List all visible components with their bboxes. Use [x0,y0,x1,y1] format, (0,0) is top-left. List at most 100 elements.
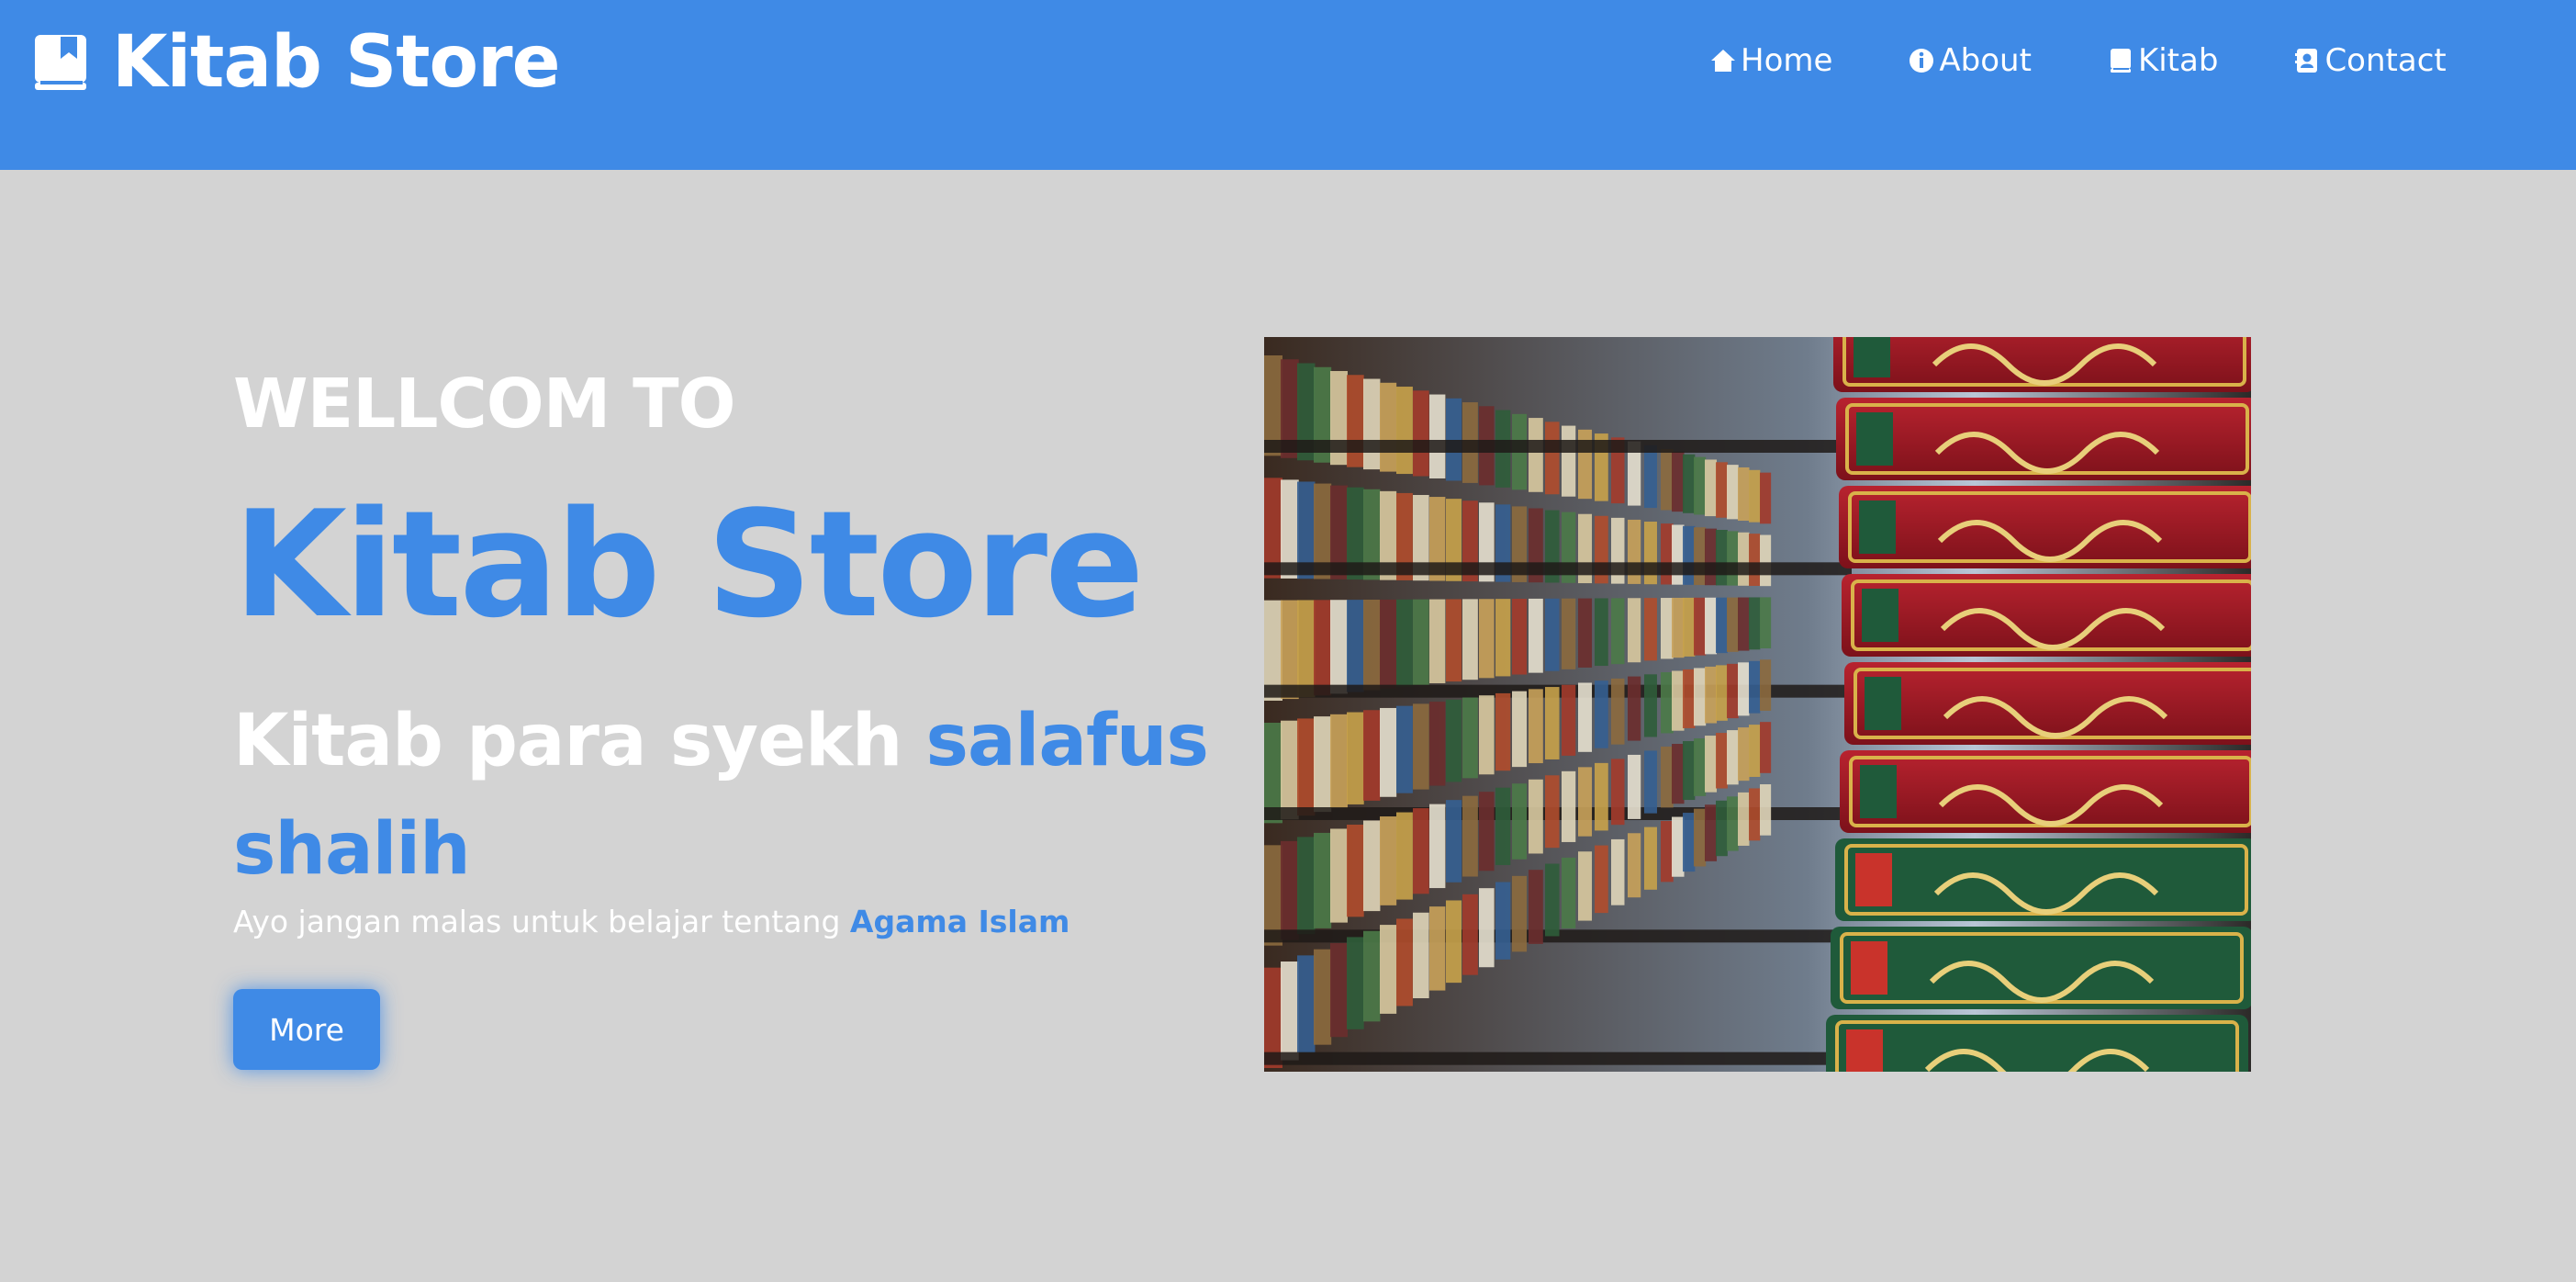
kitab-band [1856,412,1893,466]
hero-subline: Ayo jangan malas untuk belajar tentang A… [233,903,1070,941]
shelf-book-spine [1661,523,1674,585]
shelf-book-spine [1694,456,1707,515]
shelf-book-spine [1429,906,1446,991]
shelf-book-spine [1727,465,1739,520]
shelf-book-spine [1683,741,1696,801]
shelf-book-spine [1347,824,1364,917]
shelf-book-spine [1413,808,1429,894]
brand-name: Kitab Store [112,21,561,104]
shelf-book-spine [1413,599,1429,685]
subline-accent: Agama Islam [849,904,1070,939]
shelf-book-spine [1413,390,1429,477]
shelf-book-spine [1611,759,1625,826]
kitab-spine [1826,1015,2248,1072]
shelf-book-spine [1705,528,1718,586]
shelf-book-spine [1330,714,1348,809]
navbar: Kitab Store Home About Kitab Contact [0,0,2576,170]
shelf-book-spine [1727,796,1739,851]
shelf-book-spine [1716,597,1728,654]
shelf-book-spine [1529,870,1543,944]
nav-item-label: Contact [2324,42,2447,79]
shelf-book-spine [1716,529,1728,586]
shelf-book-spine [1694,597,1707,656]
info-icon [1910,49,1934,73]
shelf-book-spine [1495,692,1511,771]
shelf-book-spine [1462,795,1478,877]
shelf-book-spine [1545,687,1560,759]
shelf-book-spine [1611,838,1625,905]
shelf-book-spine [1683,525,1696,585]
shelf-book-spine [1462,894,1478,975]
shelf-book-spine [1396,705,1413,793]
shelf-book-spine [1429,394,1446,478]
shelf-book-spine [1644,598,1657,661]
shelf-book-spine [1705,459,1718,517]
shelf-book-spine [1380,599,1397,689]
shelf-book-spine [1297,718,1316,816]
shelf-book-spine [1705,804,1718,861]
shelf-book-spine [1683,813,1696,872]
shelf-book-spine [1705,736,1718,793]
brand-logo-link[interactable]: Kitab Store [33,21,561,104]
shelf-book-spine [1705,666,1718,724]
shelf-book-spine [1281,962,1299,1061]
shelf-book-spine [1529,779,1543,854]
shelf-book-spine [1760,472,1772,524]
shelf-book-spine [1611,598,1625,665]
shelf-book-spine [1738,597,1750,651]
shelf-book-spine [1661,672,1674,734]
nav-item-contact[interactable]: Contact [2293,42,2447,79]
shelf-book-spine [1281,840,1299,940]
kitab-band [1865,677,1901,730]
shelf-book-spine [1330,600,1348,694]
shelf-book-spine [1330,943,1348,1038]
shelf-book-spine [1281,600,1299,700]
shelf-book-spine [1694,808,1707,867]
nav-item-label: About [1939,42,2032,79]
shelf-book-spine [1396,812,1413,900]
kitab-cover [1840,750,2251,833]
shelf-book-spine [1380,707,1397,797]
more-button[interactable]: More [233,989,380,1070]
shelf-book-spine [1760,597,1772,649]
nav-item-home[interactable]: Home [1709,42,1832,79]
shelf-book-spine [1529,418,1543,492]
nav-item-about[interactable]: About [1908,42,2032,79]
shelf-book-spine [1363,378,1381,470]
shelf-book-spine [1578,767,1593,837]
shelf-book-spine [1429,702,1446,786]
shelf-book-spine [1716,665,1728,721]
shelf-book-spine [1644,827,1657,890]
shelf-book-spine [1297,600,1316,698]
shelf-book-spine [1562,770,1576,842]
shelf-book-spine [1595,762,1608,831]
shelf-book-spine [1479,695,1495,775]
shelf-book-spine [1727,663,1739,719]
shelf-book-spine [1512,875,1528,952]
shelf-book-spine [1628,754,1641,819]
shelf-book-spine [1512,783,1528,860]
shelf-book-spine [1446,699,1462,782]
shelf-board [1264,440,1852,453]
subline-text: Ayo jangan malas untuk belajar tentang [233,904,850,939]
kitab-band [1859,500,1896,554]
hero-welcome: WELLCOM TO [233,365,735,444]
shelf-book-spine [1595,598,1608,667]
shelf-book-spine [1727,531,1739,586]
shelf-book-spine [1578,682,1593,752]
shelf-book-spine [1672,524,1685,585]
shelf-book-spine [1495,882,1511,960]
book-icon [35,35,86,90]
shelf-book-spine [1672,816,1685,877]
shelf-book-spine [1380,816,1397,905]
kitab-spine [1833,337,2251,392]
shelf-book-spine [1281,720,1299,820]
shelf-book-spine [1672,451,1685,512]
shelf-book-spine [1760,534,1772,587]
kitab-band [1862,589,1898,642]
nav-item-kitab[interactable]: Kitab [2107,42,2218,79]
shelf-book-spine [1446,900,1462,984]
shelf-book-spine [1429,804,1446,889]
kitab-spine [1836,398,2251,480]
shelf-book-spine [1297,955,1316,1053]
